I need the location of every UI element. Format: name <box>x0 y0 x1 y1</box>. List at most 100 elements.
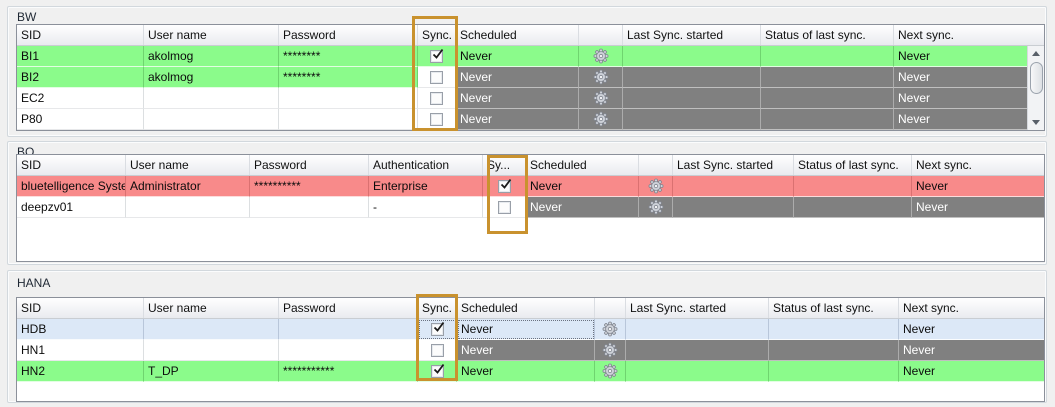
cell-last-sync-started <box>626 319 769 340</box>
column-header-password[interactable]: Password <box>279 298 418 318</box>
cell-status-of-last-sync <box>761 109 894 130</box>
cell-password <box>279 319 418 340</box>
table-row-bi1[interactable]: BI1 akolmog ******** Never Never <box>17 46 1044 67</box>
scroll-up-button[interactable] <box>1028 46 1044 61</box>
bo-table: SID User name Password Authentication Sy… <box>16 154 1045 262</box>
gear-button[interactable] <box>579 46 623 67</box>
column-header-sync[interactable]: Sync. <box>418 25 456 45</box>
checkbox-unchecked-icon[interactable] <box>430 92 443 105</box>
cell-last-sync-started <box>623 67 761 88</box>
cell-user-name <box>126 197 250 218</box>
scroll-down-button[interactable] <box>1028 115 1044 130</box>
cell-last-sync-started <box>623 88 761 109</box>
bw-table-header: SID User name Password Sync. Scheduled L… <box>17 25 1044 46</box>
cell-next-sync: Never <box>912 197 1044 218</box>
sync-checkbox-cell[interactable] <box>418 319 457 340</box>
column-header-last-sync-started[interactable]: Last Sync. started <box>673 155 794 175</box>
bw-table: SID User name Password Sync. Scheduled L… <box>16 24 1045 131</box>
column-header-sync[interactable]: Sy... <box>483 155 526 175</box>
column-header-user-name[interactable]: User name <box>144 25 279 45</box>
sync-checkbox-cell[interactable] <box>418 109 456 130</box>
gear-button[interactable] <box>579 88 623 109</box>
cell-status-of-last-sync <box>769 340 899 361</box>
cell-user-name <box>144 88 279 109</box>
column-header-status-of-last-sync[interactable]: Status of last sync. <box>761 25 894 45</box>
checkbox-unchecked-icon[interactable] <box>431 344 444 357</box>
checkbox-checked-icon[interactable] <box>430 50 443 63</box>
cell-next-sync: Never <box>899 361 1044 382</box>
column-header-scheduled[interactable]: Scheduled <box>457 298 595 318</box>
table-row-hn2[interactable]: HN2 T_DP *********** Never Never <box>17 361 1044 382</box>
gear-icon <box>593 90 609 106</box>
gear-icon <box>602 321 618 337</box>
column-header-sid[interactable]: SID <box>17 155 126 175</box>
hana-table-header: SID User name Password Sync. Scheduled L… <box>17 298 1044 319</box>
gear-button[interactable] <box>639 197 673 218</box>
checkbox-checked-icon[interactable] <box>431 323 444 336</box>
checkbox-unchecked-icon[interactable] <box>430 71 443 84</box>
column-header-password[interactable]: Password <box>250 155 369 175</box>
column-header-status-of-last-sync[interactable]: Status of last sync. <box>769 298 899 318</box>
cell-scheduled: Never <box>456 88 579 109</box>
sync-checkbox-cell[interactable] <box>418 88 456 109</box>
gear-button[interactable] <box>579 109 623 130</box>
column-header-actions[interactable] <box>595 298 626 318</box>
cell-user-name <box>144 319 279 340</box>
gear-button[interactable] <box>639 176 673 197</box>
gear-button[interactable] <box>579 67 623 88</box>
table-row-bi2[interactable]: BI2 akolmog ******** Never Never <box>17 67 1044 88</box>
checkbox-unchecked-icon[interactable] <box>430 113 443 126</box>
gear-icon <box>593 48 609 64</box>
column-header-password[interactable]: Password <box>279 25 418 45</box>
table-row-bluetelligence-system[interactable]: bluetelligence System Administrator ****… <box>17 176 1044 197</box>
checkbox-unchecked-icon[interactable] <box>498 201 511 214</box>
checkbox-checked-icon[interactable] <box>498 180 511 193</box>
table-row-hn1[interactable]: HN1 Never Never <box>17 340 1044 361</box>
column-header-user-name[interactable]: User name <box>144 298 279 318</box>
table-row-p80[interactable]: P80 Never Never <box>17 109 1044 130</box>
table-row-ec2[interactable]: EC2 Never Never <box>17 88 1044 109</box>
bo-table-header: SID User name Password Authentication Sy… <box>17 155 1044 176</box>
sync-checkbox-cell[interactable] <box>418 46 456 67</box>
cell-user-name: akolmog <box>144 46 279 67</box>
sync-checkbox-cell[interactable] <box>418 361 457 382</box>
groupbox-hana-title: HANA <box>17 276 50 290</box>
gear-button[interactable] <box>595 340 626 361</box>
column-header-sync[interactable]: Sync. <box>418 298 457 318</box>
cell-user-name <box>144 340 279 361</box>
cell-sid: HN1 <box>17 340 144 361</box>
gear-button[interactable] <box>595 319 626 340</box>
checkbox-checked-icon[interactable] <box>431 365 444 378</box>
column-header-last-sync-started[interactable]: Last Sync. started <box>626 298 769 318</box>
cell-password <box>279 340 418 361</box>
gear-icon <box>648 199 664 215</box>
cell-status-of-last-sync <box>761 88 894 109</box>
column-header-next-sync[interactable]: Next sync. <box>899 298 1044 318</box>
column-header-actions[interactable] <box>579 25 623 45</box>
scroll-up-arrow-icon <box>1032 51 1040 56</box>
column-header-sid[interactable]: SID <box>17 298 144 318</box>
column-header-sid[interactable]: SID <box>17 25 144 45</box>
cell-scheduled: Never <box>456 67 579 88</box>
column-header-next-sync[interactable]: Next sync. <box>894 25 1044 45</box>
cell-user-name: Administrator <box>126 176 250 197</box>
scroll-thumb[interactable] <box>1030 62 1043 94</box>
groupbox-bw: BW SID User name Password Sync. Schedule… <box>7 6 1047 137</box>
column-header-last-sync-started[interactable]: Last Sync. started <box>623 25 761 45</box>
sync-checkbox-cell[interactable] <box>418 67 456 88</box>
column-header-scheduled[interactable]: Scheduled <box>456 25 579 45</box>
column-header-actions[interactable] <box>639 155 673 175</box>
sync-checkbox-cell[interactable] <box>483 176 526 197</box>
column-header-authentication[interactable]: Authentication <box>369 155 483 175</box>
table-row-deepzv01[interactable]: deepzv01 - Never Never <box>17 197 1044 218</box>
column-header-next-sync[interactable]: Next sync. <box>912 155 1044 175</box>
gear-button[interactable] <box>595 361 626 382</box>
column-header-user-name[interactable]: User name <box>126 155 250 175</box>
sync-checkbox-cell[interactable] <box>418 340 457 361</box>
vertical-scrollbar[interactable] <box>1027 46 1044 130</box>
sync-checkbox-cell[interactable] <box>483 197 526 218</box>
table-row-hdb-selected[interactable]: HDB Never Never <box>17 319 1044 340</box>
column-header-status-of-last-sync[interactable]: Status of last sync. <box>794 155 912 175</box>
cell-next-sync: Never <box>912 176 1044 197</box>
column-header-scheduled[interactable]: Scheduled <box>526 155 639 175</box>
